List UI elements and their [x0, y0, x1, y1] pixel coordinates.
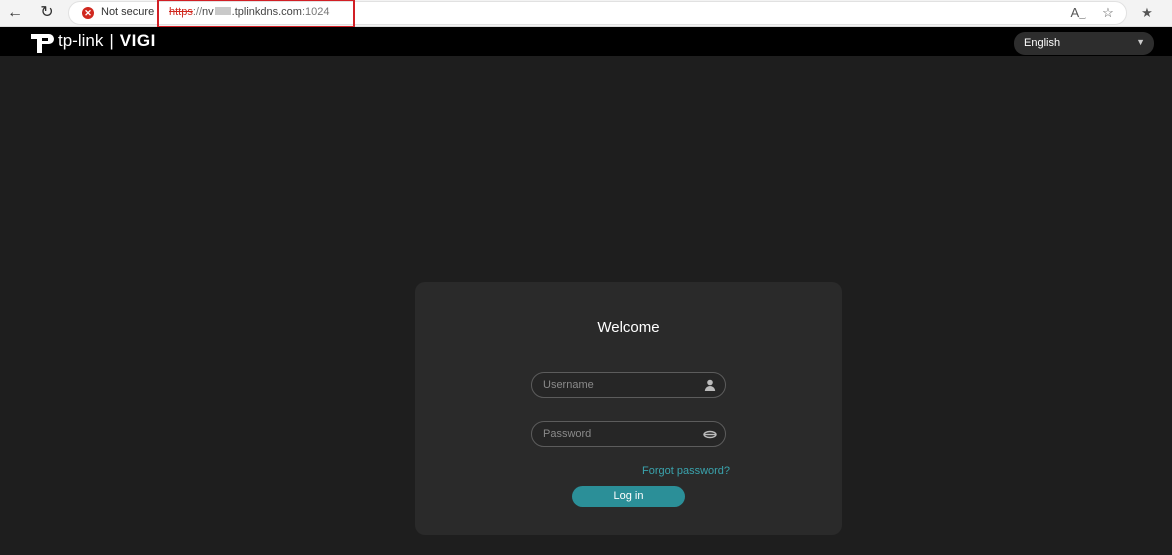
- user-icon: [704, 379, 716, 391]
- eye-hidden-icon[interactable]: [703, 427, 717, 441]
- language-label: English: [1024, 37, 1061, 49]
- forgot-password-link[interactable]: Forgot password?: [642, 465, 730, 477]
- product-name: VIGI: [119, 31, 156, 50]
- login-title: Welcome: [597, 319, 660, 336]
- brand-divider: |: [109, 31, 114, 50]
- url-highlight-box: [157, 0, 355, 28]
- login-button[interactable]: Log in: [572, 486, 685, 507]
- language-select[interactable]: English ▼: [1014, 32, 1154, 55]
- favorite-icon[interactable]: ☆: [1098, 3, 1118, 23]
- not-secure-icon[interactable]: ✕: [82, 7, 94, 19]
- browser-toolbar: ← ↻ ✕ Not secure https://nv .tplinkdns.co…: [0, 0, 1172, 28]
- favorites-bar-icon[interactable]: ★: [1137, 3, 1157, 23]
- app-header: tp-link | VIGI: [0, 27, 1172, 56]
- security-label[interactable]: Not secure: [101, 6, 154, 18]
- chevron-down-icon: ▼: [1136, 37, 1145, 47]
- password-input[interactable]: [543, 425, 693, 443]
- back-icon[interactable]: ←: [5, 3, 25, 23]
- tp-link-logo-icon: [31, 34, 54, 53]
- reload-icon[interactable]: ↻: [37, 3, 57, 23]
- username-field[interactable]: [531, 372, 726, 398]
- read-aloud-icon[interactable]: A‿: [1068, 3, 1088, 23]
- password-field[interactable]: [531, 421, 726, 447]
- brand-logo: tp-link | VIGI: [58, 31, 156, 51]
- brand-name: tp-link: [58, 31, 104, 50]
- username-input[interactable]: [543, 376, 693, 394]
- login-card: Welcome Forgot password? Log in: [415, 282, 842, 535]
